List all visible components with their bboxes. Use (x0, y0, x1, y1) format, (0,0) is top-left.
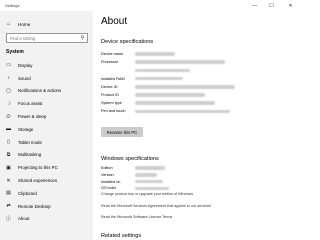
spec-row: System type (101, 100, 291, 106)
rename-pc-button[interactable]: Rename this PC (101, 127, 143, 137)
moon-icon: ☽ (6, 100, 11, 107)
sidebar-item-about[interactable]: ⓘ About (0, 213, 93, 226)
sidebar-item-tablet-mode[interactable]: ▯ Tablet mode (0, 136, 93, 149)
sidebar-item-label: Shared experiences (18, 178, 58, 184)
search-placeholder: Find a setting (10, 35, 36, 41)
sidebar-item-power-sleep[interactable]: ⏻ Power & sleep (0, 110, 93, 123)
spec-value-redacted (135, 93, 205, 97)
spec-row: Device ID (101, 84, 291, 90)
spec-row: Installed RAM (101, 76, 291, 82)
sidebar-item-clipboard[interactable]: ▤ Clipboard (0, 187, 93, 200)
storage-icon: ▬ (6, 126, 11, 133)
notification-icon: ▢ (6, 87, 11, 94)
sidebar-item-label: Clipboard (18, 190, 37, 196)
spec-value-redacted (135, 76, 183, 81)
search-input[interactable]: Find a setting ⚲ (6, 33, 88, 43)
sidebar-nav: ▭ Display ♪ Sound ▢ Notifications & actions ☽ F… (0, 59, 93, 225)
change-product-key-link[interactable]: Change product key or upgrade your editi… (101, 192, 193, 196)
sidebar-item-remote-desktop[interactable]: ⇄ Remote Desktop (0, 200, 93, 213)
sidebar-item-shared-experiences[interactable]: ✕ Shared experiences (0, 174, 93, 187)
spec-label: OS build (101, 186, 116, 191)
sidebar-item-sound[interactable]: ♪ Sound (0, 72, 93, 85)
remote-desktop-icon: ⇄ (6, 203, 11, 210)
spec-label: Device ID (101, 84, 118, 89)
sidebar-item-storage[interactable]: ▬ Storage (0, 123, 93, 136)
spec-label: Device name (101, 52, 124, 56)
spec-value-redacted (135, 109, 230, 114)
sidebar-item-label: Sound (18, 75, 31, 81)
spec-label: Pen and touch (101, 109, 126, 114)
related-settings-heading: Related settings (101, 233, 142, 239)
minimize-button[interactable]: — (248, 0, 261, 11)
spec-value-redacted (135, 60, 225, 64)
spec-row: Version (101, 172, 291, 178)
sidebar-item-label: Home (18, 21, 31, 27)
spec-label: Installed RAM (101, 76, 125, 81)
spec-label: Version (101, 172, 114, 177)
spec-value-redacted (135, 101, 215, 105)
spec-label: Installed on (101, 179, 121, 184)
spec-row: Edition (101, 165, 291, 171)
sidebar-item-focus-assist[interactable]: ☽ Focus assist (0, 97, 93, 110)
spec-value-redacted (135, 166, 165, 170)
spec-label: System type (101, 101, 122, 106)
spec-row (101, 67, 291, 73)
spec-value-redacted (135, 179, 163, 184)
sidebar-item-display[interactable]: ▭ Display (0, 59, 93, 72)
sidebar-item-label: Notifications & actions (18, 88, 62, 94)
spec-value-redacted (135, 85, 235, 89)
sidebar-item-notifications[interactable]: ▢ Notifications & actions (0, 85, 93, 98)
maximize-button[interactable]: ☐ (265, 0, 278, 11)
clipboard-icon: ▤ (6, 190, 11, 197)
windows-specs-heading: Windows specifications (101, 156, 159, 162)
license-terms-link[interactable]: Read the Microsoft Software License Term… (101, 215, 172, 219)
share-icon: ✕ (6, 177, 11, 184)
services-agreement-link[interactable]: Read the Microsoft Services Agreement th… (101, 204, 211, 208)
speaker-icon: ♪ (7, 75, 10, 82)
tablet-icon: ▯ (7, 139, 10, 146)
spec-row: Product ID (101, 92, 291, 98)
spec-label: Edition (101, 166, 113, 170)
spec-row: Device name (101, 51, 291, 57)
sidebar-item-projecting[interactable]: ▣ Projecting to this PC (0, 161, 93, 174)
window-titlebar: Settings — ☐ ✕ (0, 0, 300, 11)
sidebar-item-label: About (18, 216, 30, 222)
spec-value-redacted (135, 68, 190, 73)
spec-label: Product ID (101, 93, 119, 97)
spec-row: Pen and touch (101, 108, 291, 114)
sidebar-item-label: Power & sleep (18, 114, 47, 120)
spec-label: Processor (101, 60, 119, 65)
page-title: About (101, 16, 128, 27)
section-title: System (6, 49, 24, 55)
display-icon: ▭ (6, 62, 11, 69)
close-button[interactable]: ✕ (284, 0, 297, 11)
power-icon: ⏻ (6, 113, 11, 120)
sidebar: ⌂ Home Find a setting ⚲ System ▭ Display ♪… (0, 11, 93, 240)
spec-row: Installed on (101, 179, 291, 185)
sidebar-item-label: Remote Desktop (18, 203, 51, 209)
sidebar-item-label: Storage (18, 126, 34, 132)
spec-row: Processor (101, 59, 291, 65)
sidebar-item-label: Multitasking (18, 152, 42, 158)
multitasking-icon: ⧉ (6, 151, 11, 158)
device-specs-heading: Device specifications (101, 39, 154, 45)
spec-value-redacted (135, 186, 169, 191)
search-icon[interactable]: ⚲ (78, 35, 87, 41)
sidebar-item-label: Tablet mode (18, 139, 42, 145)
spec-value-redacted (135, 52, 175, 56)
projector-icon: ▣ (6, 164, 11, 171)
sidebar-item-multitasking[interactable]: ⧉ Multitasking (0, 149, 93, 162)
info-icon: ⓘ (5, 216, 11, 223)
sidebar-item-label: Focus assist (18, 101, 43, 107)
main-content: About Device specifications Device name P… (93, 11, 300, 240)
home-icon: ⌂ (6, 21, 11, 27)
sidebar-item-home[interactable]: ⌂ Home (0, 19, 93, 29)
spec-value-redacted (135, 173, 157, 177)
sidebar-item-label: Projecting to this PC (18, 165, 58, 171)
window-title: Settings (5, 3, 20, 8)
spec-row: OS build (101, 185, 291, 191)
sidebar-item-label: Display (18, 62, 33, 68)
